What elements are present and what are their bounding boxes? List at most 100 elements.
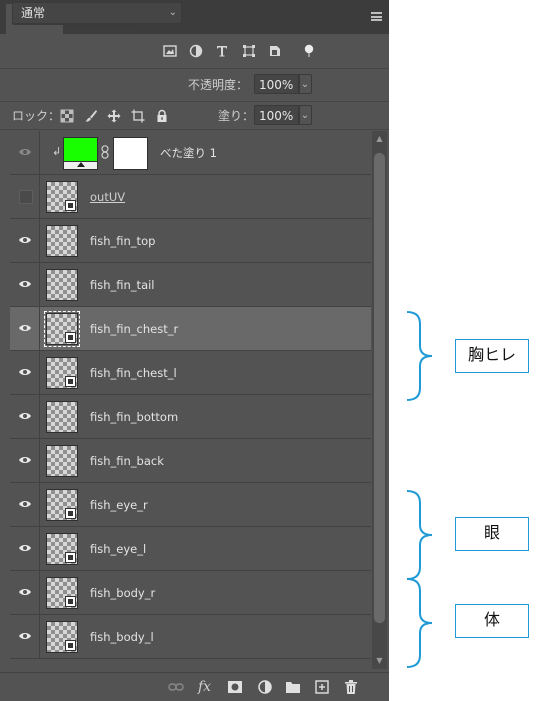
layer-list-scrollbar[interactable]: ▲ ▼	[372, 131, 387, 669]
chevron-down-icon: ⌄	[168, 7, 177, 18]
layer-thumbnail	[46, 533, 78, 565]
blend-mode-select[interactable]: 通常 ⌄	[12, 2, 182, 24]
layer-thumbnail	[46, 357, 78, 389]
annotation-brace-body	[406, 578, 433, 668]
new-group-folder-icon[interactable]	[285, 679, 301, 695]
layer-name: fish_fin_bottom	[90, 410, 179, 424]
fill-layer-thumbnail[interactable]	[63, 137, 98, 170]
layer-thumbnail	[46, 225, 78, 257]
new-layer-icon[interactable]	[314, 679, 330, 695]
layer-name: fish_fin_chest_l	[90, 366, 177, 380]
visibility-eye-icon[interactable]	[10, 263, 40, 307]
smart-object-badge-icon	[65, 552, 76, 563]
visibility-eye-icon[interactable]	[10, 219, 40, 263]
visibility-eye-icon[interactable]	[10, 351, 40, 395]
layer-row[interactable]: fish_eye_l	[10, 527, 371, 571]
opacity-input[interactable]: 100%	[254, 74, 300, 94]
visibility-eye-icon[interactable]	[10, 571, 40, 615]
delete-layer-trash-icon[interactable]	[343, 679, 359, 695]
layer-name: fish_fin_top	[90, 234, 156, 248]
visibility-toggle-empty[interactable]	[10, 175, 40, 219]
panel-footer: fx	[0, 672, 389, 701]
smart-object-badge-icon	[65, 640, 76, 651]
visibility-eye-icon[interactable]	[10, 483, 40, 527]
layer-name: fish_body_l	[90, 630, 154, 644]
filter-smart-object-icon[interactable]	[268, 44, 282, 58]
annotation-brace-fins	[406, 311, 433, 401]
opacity-dropdown-chevron-icon[interactable]: ⌄	[298, 74, 312, 94]
visibility-eye-icon[interactable]	[10, 439, 40, 483]
chain-link-icon[interactable]	[101, 145, 109, 159]
layer-thumbnail	[46, 621, 78, 653]
blend-mode-label: 通常	[21, 6, 46, 20]
layer-name: fish_body_r	[90, 586, 156, 600]
lock-position-move-icon[interactable]	[107, 109, 121, 123]
layer-row[interactable]: fish_body_r	[10, 571, 371, 615]
layer-thumbnail	[46, 445, 78, 477]
filter-toggle-icon[interactable]	[302, 44, 316, 58]
layer-row[interactable]: fish_fin_back	[10, 439, 371, 483]
lock-all-padlock-icon[interactable]	[155, 109, 169, 123]
smart-object-badge-icon	[65, 596, 76, 607]
layer-row[interactable]: fish_fin_bottom	[10, 395, 371, 439]
layer-row[interactable]: fish_body_l	[10, 615, 371, 659]
layer-name: fish_fin_chest_r	[90, 322, 179, 336]
lock-artboard-icon[interactable]	[131, 109, 145, 123]
lock-image-pixels-brush-icon[interactable]	[84, 109, 98, 123]
visibility-eye-icon[interactable]	[10, 395, 40, 439]
opacity-label: 不透明度：	[188, 78, 249, 92]
filter-adjustment-layer-icon[interactable]	[189, 44, 203, 58]
add-layer-mask-icon[interactable]	[227, 679, 243, 695]
visibility-eye-icon[interactable]	[10, 307, 40, 351]
scroll-up-icon[interactable]: ▲	[372, 133, 387, 145]
fill-input[interactable]: 100%	[254, 105, 300, 125]
link-layers-icon[interactable]	[168, 679, 184, 695]
scrollbar-thumb[interactable]	[374, 153, 385, 623]
annotation-brace-eyes	[406, 490, 433, 580]
filter-type-layer-icon[interactable]	[215, 44, 229, 58]
visibility-eye-icon[interactable]	[10, 615, 40, 659]
layer-name: べた塗り 1	[160, 146, 217, 160]
layer-thumbnail	[46, 577, 78, 609]
filter-shape-layer-icon[interactable]	[242, 44, 256, 58]
fill-dropdown-chevron-icon[interactable]: ⌄	[298, 105, 312, 125]
divider	[0, 68, 389, 69]
smart-object-badge-icon	[65, 200, 76, 211]
layer-row-fill[interactable]: ↲ べた塗り 1	[10, 131, 371, 175]
layer-row[interactable]: fish_fin_chest_l	[10, 351, 371, 395]
layer-thumbnail	[46, 181, 78, 213]
layer-name: fish_eye_l	[90, 542, 147, 556]
layer-thumbnail	[46, 269, 78, 301]
layer-name: fish_fin_tail	[90, 278, 155, 292]
new-adjustment-layer-icon[interactable]	[257, 679, 273, 695]
divider	[0, 129, 389, 130]
lock-label: ロック：	[12, 109, 61, 123]
clipping-arrow-icon: ↲	[52, 145, 62, 158]
layer-name: outUV	[90, 190, 126, 204]
divider	[0, 101, 389, 102]
layer-list: ↲ べた塗り 1 outUV fish_fin_top fish_fin_tai…	[10, 131, 371, 669]
layer-row[interactable]: fish_fin_top	[10, 219, 371, 263]
lock-transparent-pixels-icon[interactable]	[60, 109, 74, 123]
layer-name: fish_fin_back	[90, 454, 164, 468]
visibility-eye-icon[interactable]	[10, 131, 40, 175]
layer-row[interactable]: fish_fin_tail	[10, 263, 371, 307]
layers-panel: レイヤー 種類 ⌄ 通常 ⌄ 不透明度： 100%	[0, 0, 389, 701]
fx-layer-style-icon[interactable]: fx	[198, 679, 214, 695]
smart-object-badge-icon	[65, 508, 76, 519]
layer-row[interactable]: outUV	[10, 175, 371, 219]
annotation-label-fins: 胸ヒレ	[455, 339, 529, 373]
fill-label: 塗り：	[218, 109, 255, 123]
smart-object-badge-icon	[65, 376, 76, 387]
layer-thumbnail	[46, 489, 78, 521]
panel-menu-icon[interactable]	[371, 12, 382, 21]
annotation-label-eyes: 眼	[455, 517, 529, 551]
visibility-eye-icon[interactable]	[10, 527, 40, 571]
filter-pixel-layer-icon[interactable]	[163, 44, 177, 58]
layer-mask-thumbnail[interactable]	[113, 137, 148, 170]
annotation-label-body: 体	[455, 604, 529, 638]
layer-row-selected[interactable]: fish_fin_chest_r	[10, 307, 371, 351]
smart-object-badge-icon	[65, 332, 76, 343]
layer-row[interactable]: fish_eye_r	[10, 483, 371, 527]
scroll-down-icon[interactable]: ▼	[372, 655, 387, 667]
